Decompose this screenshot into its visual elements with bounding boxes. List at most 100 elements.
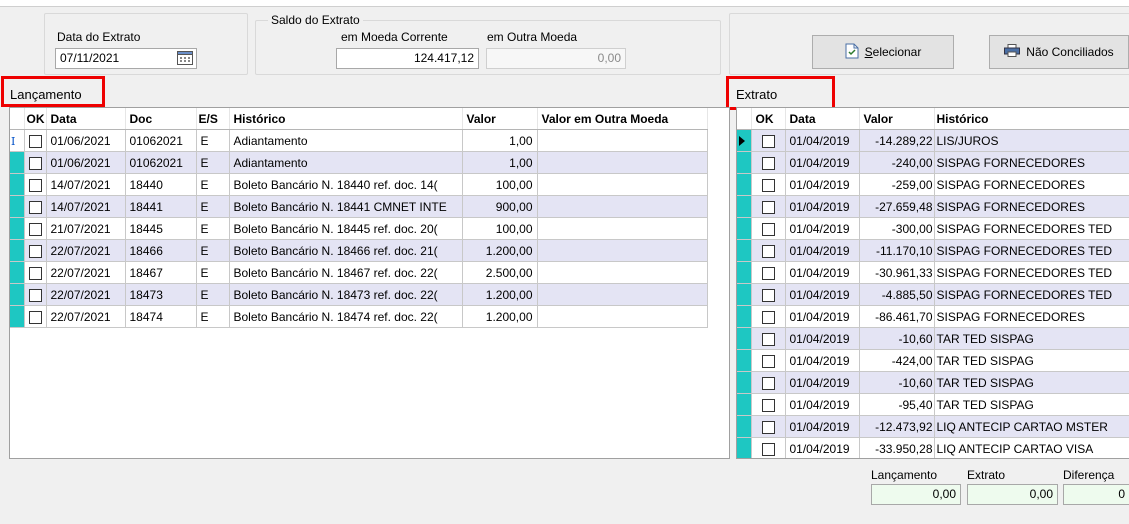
table-row[interactable]: 01/04/2019 -10,60 TAR TED SISPAG (737, 371, 1129, 394)
lancamento-header-doc[interactable]: Doc (125, 108, 197, 130)
ok-checkbox[interactable] (761, 332, 775, 346)
row-indicator (737, 261, 752, 284)
table-row[interactable]: 14/07/2021 18441 E Boleto Bancário N. 18… (10, 195, 708, 218)
outra-moeda-field[interactable]: 0,00 (486, 48, 626, 69)
ok-checkbox[interactable] (28, 178, 42, 192)
ok-cell[interactable] (751, 437, 786, 458)
ok-checkbox[interactable] (761, 200, 775, 214)
extrato-grid[interactable]: OK Data Valor Histórico 01/04/2019 -14.2… (736, 107, 1129, 459)
ok-checkbox[interactable] (761, 134, 775, 148)
lancamento-header-outra-moeda[interactable]: Valor em Outra Moeda (537, 108, 708, 130)
table-row[interactable]: 01/04/2019 -30.961,33 SISPAG FORNECEDORE… (737, 261, 1129, 284)
ok-cell[interactable] (751, 327, 786, 350)
extrato-header-ok[interactable]: OK (751, 108, 786, 130)
ok-cell[interactable] (751, 371, 786, 394)
ok-checkbox[interactable] (28, 200, 42, 214)
table-row[interactable]: 01/04/2019 -86.461,70 SISPAG FORNECEDORE… (737, 305, 1129, 328)
table-row[interactable]: I 01/06/2021 01062021 E Adiantamento 1,0… (10, 129, 708, 152)
table-row[interactable]: 01/04/2019 -10,60 TAR TED SISPAG (737, 327, 1129, 350)
ok-checkbox[interactable] (761, 420, 775, 434)
historico-cell: Boleto Bancário N. 18445 ref. doc. 20( (229, 217, 463, 240)
nao-conciliados-button[interactable]: Não Conciliados (989, 35, 1129, 69)
ok-checkbox[interactable] (761, 288, 775, 302)
data-cell: 22/07/2021 (46, 261, 126, 284)
table-row[interactable]: 01/04/2019 -300,00 SISPAG FORNECEDORES T… (737, 217, 1129, 240)
table-row[interactable]: 01/04/2019 -4.885,50 SISPAG FORNECEDORES… (737, 283, 1129, 306)
ok-cell[interactable] (24, 151, 47, 174)
table-row[interactable]: 22/07/2021 18474 E Boleto Bancário N. 18… (10, 305, 708, 328)
table-row[interactable]: 01/04/2019 -240,00 SISPAG FORNECEDORES (737, 151, 1129, 174)
table-row[interactable]: 14/07/2021 18440 E Boleto Bancário N. 18… (10, 173, 708, 196)
footer-extrato-field[interactable]: 0,00 (967, 484, 1058, 505)
extrato-header-valor[interactable]: Valor (859, 108, 935, 130)
table-row[interactable]: 22/07/2021 18467 E Boleto Bancário N. 18… (10, 261, 708, 284)
ok-checkbox[interactable] (28, 288, 42, 302)
ok-checkbox[interactable] (761, 376, 775, 390)
ok-cell[interactable] (751, 349, 786, 372)
table-row[interactable]: 01/04/2019 -33.950,28 LIQ ANTECIP CARTAO… (737, 437, 1129, 458)
ok-checkbox[interactable] (761, 266, 775, 280)
table-row[interactable]: 01/04/2019 -14.289,22 LIS/JUROS (737, 129, 1129, 152)
table-row[interactable]: 22/07/2021 18466 E Boleto Bancário N. 18… (10, 239, 708, 262)
lancamento-header-es[interactable]: E/S (196, 108, 230, 130)
ok-cell[interactable] (751, 393, 786, 416)
table-row[interactable]: 01/06/2021 01062021 E Adiantamento 1,00 (10, 151, 708, 174)
extrato-header-historico[interactable]: Histórico (934, 108, 1129, 130)
ok-cell[interactable] (751, 283, 786, 306)
table-row[interactable]: 01/04/2019 -11.170,10 SISPAG FORNECEDORE… (737, 239, 1129, 262)
extrato-header-data[interactable]: Data (785, 108, 860, 130)
ok-cell[interactable] (24, 129, 47, 152)
table-row[interactable]: 01/04/2019 -27.659,48 SISPAG FORNECEDORE… (737, 195, 1129, 218)
table-row[interactable]: 01/04/2019 -95,40 TAR TED SISPAG (737, 393, 1129, 416)
ok-cell[interactable] (24, 305, 47, 328)
data-cell: 01/04/2019 (785, 437, 860, 458)
historico-cell: Boleto Bancário N. 18474 ref. doc. 22( (229, 305, 463, 328)
lancamento-header-valor[interactable]: Valor (462, 108, 538, 130)
table-row[interactable]: 01/04/2019 -259,00 SISPAG FORNECEDORES (737, 173, 1129, 196)
ok-checkbox[interactable] (28, 244, 42, 258)
ok-checkbox[interactable] (761, 310, 775, 324)
ok-checkbox[interactable] (761, 178, 775, 192)
footer-diferenca-field[interactable]: 0 (1063, 484, 1129, 505)
footer-lancamento-field[interactable]: 0,00 (871, 484, 961, 505)
ok-cell[interactable] (751, 415, 786, 438)
selecionar-button[interactable]: Selecionar (812, 35, 954, 69)
ok-checkbox[interactable] (28, 134, 42, 148)
ok-cell[interactable] (751, 195, 786, 218)
table-row[interactable]: 01/04/2019 -424,00 TAR TED SISPAG (737, 349, 1129, 372)
ok-cell[interactable] (751, 239, 786, 262)
ok-checkbox[interactable] (28, 156, 42, 170)
ok-cell[interactable] (751, 217, 786, 240)
lancamento-header-data[interactable]: Data (46, 108, 126, 130)
ok-cell[interactable] (24, 261, 47, 284)
table-row[interactable]: 22/07/2021 18473 E Boleto Bancário N. 18… (10, 283, 708, 306)
ok-cell[interactable] (751, 173, 786, 196)
ok-cell[interactable] (24, 239, 47, 262)
ok-checkbox[interactable] (761, 354, 775, 368)
ok-checkbox[interactable] (28, 222, 42, 236)
lancamento-grid[interactable]: OK Data Doc E/S Histórico Valor Valor em… (9, 107, 730, 459)
moeda-corrente-field[interactable]: 124.417,12 (336, 48, 479, 69)
ok-cell[interactable] (24, 217, 47, 240)
ok-cell[interactable] (24, 195, 47, 218)
calendar-icon[interactable] (177, 51, 193, 71)
ok-checkbox[interactable] (761, 156, 775, 170)
ok-cell[interactable] (751, 129, 786, 152)
ok-cell[interactable] (751, 151, 786, 174)
lancamento-header-ok[interactable]: OK (24, 108, 47, 130)
table-row[interactable]: 01/04/2019 -12.473,92 LIQ ANTECIP CARTAO… (737, 415, 1129, 438)
data-extrato-label: Data do Extrato (57, 30, 141, 44)
ok-cell[interactable] (751, 305, 786, 328)
ok-cell[interactable] (751, 261, 786, 284)
ok-checkbox[interactable] (761, 222, 775, 236)
data-extrato-field[interactable]: 07/11/2021 (55, 48, 197, 69)
ok-checkbox[interactable] (761, 398, 775, 412)
ok-checkbox[interactable] (761, 442, 775, 456)
ok-cell[interactable] (24, 283, 47, 306)
ok-cell[interactable] (24, 173, 47, 196)
ok-checkbox[interactable] (28, 310, 42, 324)
table-row[interactable]: 21/07/2021 18445 E Boleto Bancário N. 18… (10, 217, 708, 240)
lancamento-header-historico[interactable]: Histórico (229, 108, 463, 130)
ok-checkbox[interactable] (28, 266, 42, 280)
ok-checkbox[interactable] (761, 244, 775, 258)
